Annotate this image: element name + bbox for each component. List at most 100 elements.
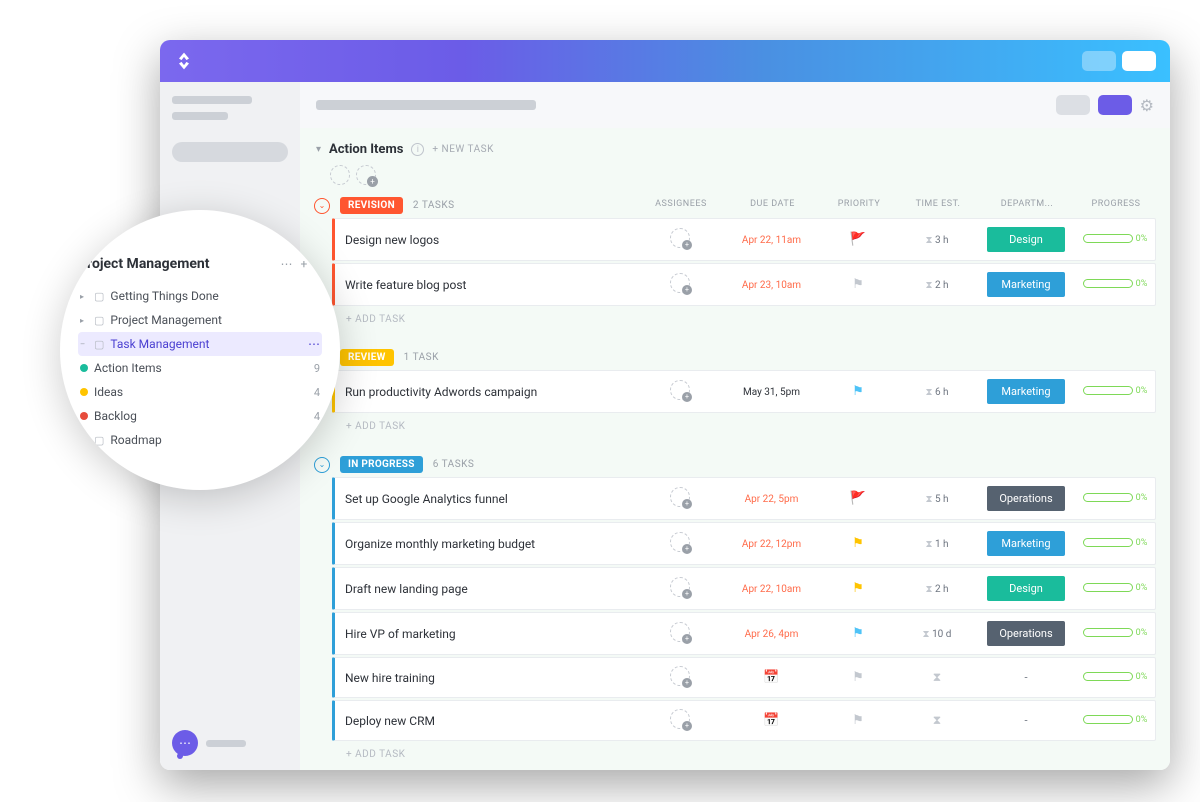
department-tag[interactable]: Design: [987, 576, 1065, 601]
task-row[interactable]: Run productivity Adwords campaign May 31…: [332, 370, 1156, 413]
assignee-icon[interactable]: [670, 622, 690, 642]
folder-item[interactable]: –▢Task Management⋯: [78, 332, 322, 356]
more-icon[interactable]: ⋯: [280, 257, 292, 272]
status-label[interactable]: REVISION: [340, 197, 403, 214]
priority-flag-icon[interactable]: ⚑: [852, 384, 864, 399]
assignee-icon[interactable]: [670, 709, 690, 729]
priority-flag-icon[interactable]: 🚩: [850, 232, 866, 247]
add-assignee-icon[interactable]: [356, 165, 376, 185]
col-dept[interactable]: DEPARTM...: [982, 199, 1072, 209]
assignee-icon[interactable]: [670, 228, 690, 248]
col-priority[interactable]: PRIORITY: [824, 199, 894, 209]
assignee-icon[interactable]: [670, 666, 690, 686]
toolbar-button[interactable]: [1056, 95, 1090, 115]
task-row[interactable]: Write feature blog post Apr 23, 10am ⚑ 2…: [332, 263, 1156, 306]
flag-icon[interactable]: ⚑: [852, 670, 864, 685]
col-due[interactable]: DUE DATE: [725, 199, 820, 209]
folder-item[interactable]: ▸▢Project Management: [78, 308, 322, 332]
due-date[interactable]: Apr 22, 10am: [742, 584, 801, 595]
more-icon[interactable]: ⋯: [308, 337, 320, 351]
task-row[interactable]: Hire VP of marketing Apr 26, 4pm ⚑ 10 d …: [332, 612, 1156, 655]
calendar-icon[interactable]: 📅: [763, 670, 779, 685]
app-logo-icon[interactable]: [174, 51, 194, 71]
progress-bar[interactable]: 0%: [1083, 583, 1148, 593]
task-name: Organize monthly marketing budget: [345, 537, 636, 551]
assignee-placeholder-icon[interactable]: [330, 165, 350, 185]
list-item[interactable]: Backlog4: [78, 404, 322, 428]
list-item[interactable]: Ideas4: [78, 380, 322, 404]
time-estimate[interactable]: 10 d: [923, 629, 952, 640]
status-label[interactable]: REVIEW: [340, 349, 394, 366]
time-estimate[interactable]: 2 h: [925, 584, 948, 595]
department-tag[interactable]: Marketing: [987, 531, 1065, 556]
priority-flag-icon[interactable]: ⚑: [852, 277, 864, 292]
task-row[interactable]: New hire training 📅 ⚑ ⧗ - 0%: [332, 657, 1156, 698]
priority-flag-icon[interactable]: ⚑: [852, 536, 864, 551]
search-placeholder[interactable]: [172, 142, 288, 162]
task-row[interactable]: Draft new landing page Apr 22, 10am ⚑ 2 …: [332, 567, 1156, 610]
due-date[interactable]: Apr 22, 11am: [742, 235, 801, 246]
gear-icon[interactable]: ⚙: [1140, 96, 1154, 115]
progress-bar[interactable]: 0%: [1083, 628, 1148, 638]
department-tag[interactable]: Operations: [987, 486, 1065, 511]
progress-bar[interactable]: 0%: [1083, 279, 1148, 289]
chevron-down-icon[interactable]: ▾: [316, 144, 321, 155]
time-estimate[interactable]: 2 h: [925, 280, 948, 291]
assignee-icon[interactable]: [670, 532, 690, 552]
assignee-icon[interactable]: [670, 273, 690, 293]
due-date[interactable]: Apr 23, 10am: [742, 280, 801, 291]
due-date[interactable]: Apr 22, 12pm: [742, 539, 801, 550]
chat-icon[interactable]: [172, 730, 198, 756]
add-task-button[interactable]: + ADD TASK: [346, 743, 1156, 766]
due-date[interactable]: May 31, 5pm: [743, 387, 800, 398]
col-assignees[interactable]: ASSIGNEES: [641, 199, 721, 209]
task-row[interactable]: Deploy new CRM 📅 ⚑ ⧗ - 0%: [332, 700, 1156, 741]
collapse-icon[interactable]: ⌄: [314, 198, 330, 214]
topbar-button[interactable]: [1082, 51, 1116, 71]
priority-flag-icon[interactable]: ⚑: [852, 626, 864, 641]
folder-item[interactable]: ▸▢Getting Things Done: [78, 284, 322, 308]
collapse-icon[interactable]: ⌄: [314, 457, 330, 473]
department-tag[interactable]: Operations: [987, 621, 1065, 646]
col-time[interactable]: TIME EST.: [898, 199, 978, 209]
due-date[interactable]: Apr 22, 5pm: [745, 494, 799, 505]
folder-item[interactable]: ▸▢Roadmap: [78, 428, 322, 452]
add-task-button[interactable]: + ADD TASK: [346, 308, 1156, 331]
time-estimate[interactable]: 6 h: [925, 387, 948, 398]
list-item[interactable]: Action Items9: [78, 356, 322, 380]
priority-flag-icon[interactable]: 🚩: [850, 491, 866, 506]
progress-bar[interactable]: 0%: [1083, 493, 1148, 503]
status-label[interactable]: IN PROGRESS: [340, 456, 423, 473]
department-tag[interactable]: Marketing: [987, 272, 1065, 297]
hourglass-icon[interactable]: ⧗: [933, 670, 941, 684]
add-task-button[interactable]: + ADD TASK: [346, 415, 1156, 438]
calendar-icon[interactable]: 📅: [763, 713, 779, 728]
assignee-icon[interactable]: [670, 380, 690, 400]
toolbar-button[interactable]: [1098, 95, 1132, 115]
department-tag[interactable]: Design: [987, 227, 1065, 252]
time-estimate[interactable]: 3 h: [925, 235, 948, 246]
item-count: 4: [314, 386, 320, 399]
task-row[interactable]: Organize monthly marketing budget Apr 22…: [332, 522, 1156, 565]
progress-bar[interactable]: 0%: [1083, 234, 1148, 244]
col-progress[interactable]: PROGRESS: [1076, 199, 1156, 209]
progress-bar[interactable]: 0%: [1083, 672, 1148, 682]
task-row[interactable]: Set up Google Analytics funnel Apr 22, 5…: [332, 477, 1156, 520]
info-icon[interactable]: i: [411, 143, 424, 156]
plus-icon[interactable]: +: [300, 257, 307, 272]
priority-flag-icon[interactable]: ⚑: [852, 581, 864, 596]
flag-icon[interactable]: ⚑: [852, 713, 864, 728]
time-estimate[interactable]: 5 h: [925, 494, 948, 505]
progress-bar[interactable]: 0%: [1083, 386, 1148, 396]
topbar-button[interactable]: [1122, 51, 1156, 71]
progress-bar[interactable]: 0%: [1083, 538, 1148, 548]
assignee-icon[interactable]: [670, 577, 690, 597]
task-row[interactable]: Design new logos Apr 22, 11am 🚩 3 h Desi…: [332, 218, 1156, 261]
due-date[interactable]: Apr 26, 4pm: [745, 629, 799, 640]
department-tag[interactable]: Marketing: [987, 379, 1065, 404]
assignee-icon[interactable]: [670, 487, 690, 507]
time-estimate[interactable]: 1 h: [925, 539, 948, 550]
hourglass-icon[interactable]: ⧗: [933, 713, 941, 727]
progress-bar[interactable]: 0%: [1083, 715, 1148, 725]
new-task-button[interactable]: + NEW TASK: [432, 144, 493, 155]
